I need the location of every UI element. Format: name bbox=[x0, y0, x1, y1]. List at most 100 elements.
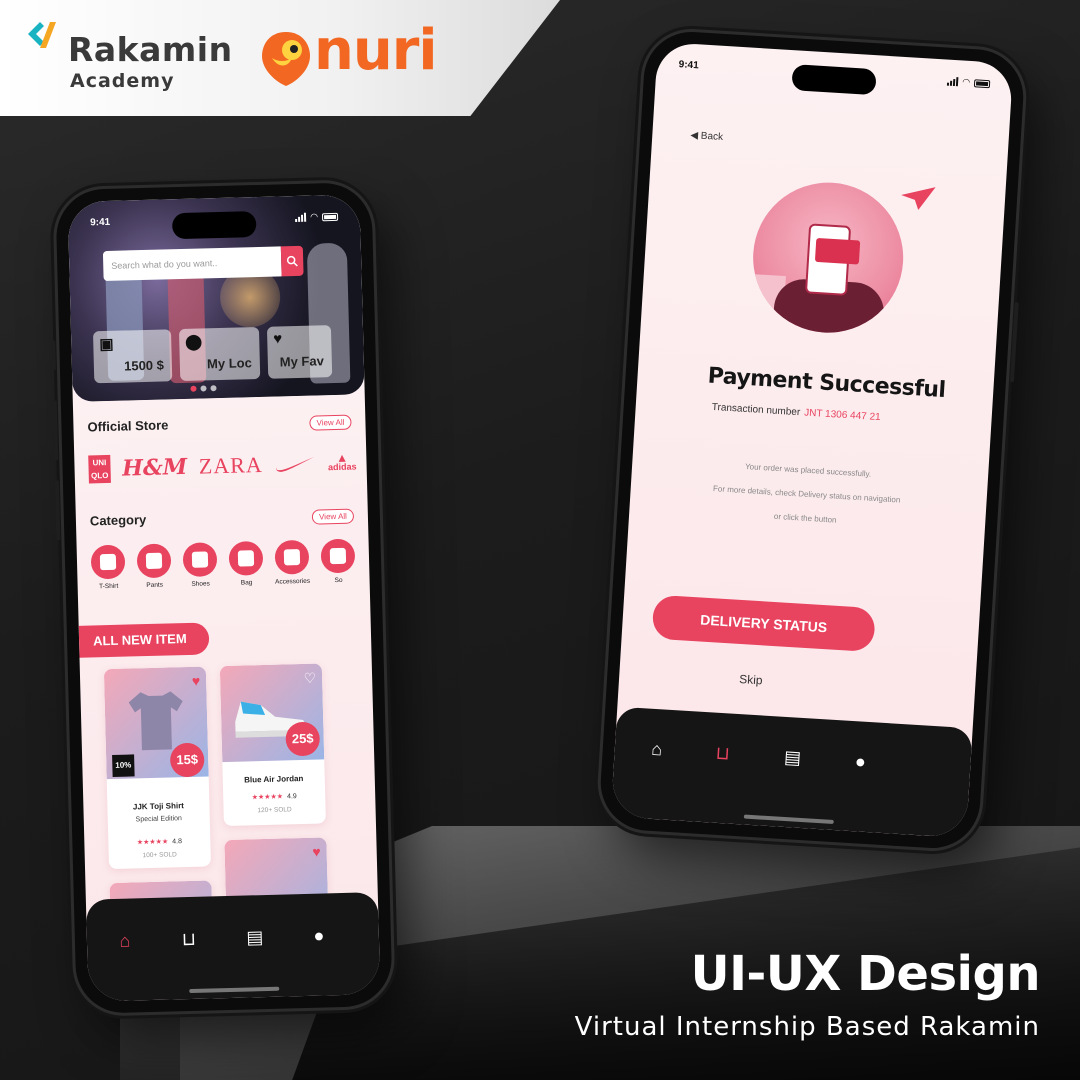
product-sold: 100+ SOLD bbox=[142, 851, 177, 860]
battery-icon bbox=[973, 78, 991, 88]
success-message-line: For more details, check Delivery status … bbox=[712, 484, 901, 505]
official-store-title: Official Store bbox=[87, 417, 169, 435]
status-icons: ◠ bbox=[295, 211, 339, 223]
battery-icon bbox=[321, 212, 339, 221]
search-button[interactable] bbox=[280, 245, 304, 277]
category-label: So bbox=[334, 576, 343, 585]
caption-subtitle: Virtual Internship Based Rakamin bbox=[574, 1012, 1040, 1042]
rakamin-logo-icon bbox=[28, 22, 56, 48]
phone-side-button bbox=[51, 340, 56, 371]
phone-side-button bbox=[52, 400, 59, 461]
category-accessories[interactable]: Accessories bbox=[273, 539, 312, 586]
status-time: 9:41 bbox=[678, 59, 699, 72]
payment-success-screen: 9:41 ◠ ◀ Back Payment Successful Transac… bbox=[610, 41, 1014, 839]
delivery-status-button[interactable]: DELIVERY STATUS bbox=[651, 594, 876, 653]
branding-banner: Rakamin Academy nuri bbox=[0, 0, 560, 116]
carousel-dots bbox=[190, 385, 217, 392]
brand-nike-swoosh-icon[interactable] bbox=[274, 455, 316, 474]
bag-icon bbox=[237, 550, 255, 567]
product-name: Blue Air Jordan bbox=[244, 773, 304, 785]
wifi-icon: ◠ bbox=[310, 211, 319, 222]
rating-value: 4.9 bbox=[286, 793, 297, 801]
basket-icon[interactable]: ⊔ bbox=[710, 740, 735, 765]
right-phone: 9:41 ◠ ◀ Back Payment Successful Transac… bbox=[597, 29, 1027, 851]
money-icon: ▣ bbox=[99, 335, 114, 354]
rakamin-name: Rakamin bbox=[68, 30, 233, 69]
category-tshirt[interactable]: T-Shirt bbox=[89, 544, 128, 591]
favorite-heart-icon[interactable]: ♥ bbox=[192, 673, 201, 689]
category-label: T-Shirt bbox=[98, 582, 119, 591]
product-name: JJK Toji Shirt bbox=[132, 801, 185, 812]
location-label: My Loc bbox=[206, 355, 253, 372]
heart-icon: ♥ bbox=[273, 330, 283, 348]
official-store-view-all-button[interactable]: View All bbox=[309, 414, 352, 431]
all-new-item-banner: ALL NEW ITEM bbox=[78, 622, 210, 658]
rating-value: 4.8 bbox=[172, 838, 183, 846]
wifi-icon: ◠ bbox=[962, 76, 971, 87]
profile-icon[interactable]: ● bbox=[307, 923, 332, 948]
home-icon[interactable]: ⌂ bbox=[113, 928, 138, 953]
payment-success-title: Payment Successful bbox=[706, 363, 947, 404]
category-view-all-button[interactable]: View All bbox=[311, 508, 355, 525]
success-message-line: or click the button bbox=[773, 511, 837, 525]
back-label: Back bbox=[700, 130, 724, 143]
skip-button[interactable]: Skip bbox=[739, 672, 763, 687]
product-rating: ★★★★★ 4.9 bbox=[223, 791, 325, 802]
balance-card[interactable]: ▣ 1500 $ bbox=[92, 329, 173, 384]
delivery-truck-icon[interactable]: ▤ bbox=[243, 925, 268, 950]
brand-adidas[interactable]: ▲ adidas bbox=[327, 451, 357, 473]
rakamin-sub: Academy bbox=[70, 70, 175, 92]
search-input[interactable]: Search what do you want.. bbox=[102, 246, 282, 282]
favorite-card[interactable]: ♥ My Fav bbox=[266, 325, 333, 379]
category-socks[interactable]: So bbox=[319, 538, 358, 585]
brand-zara[interactable]: ZARA bbox=[199, 452, 264, 480]
brand-hm[interactable]: H&M bbox=[122, 454, 188, 482]
socks-icon bbox=[329, 547, 347, 565]
status-icons: ◠ bbox=[947, 76, 991, 90]
star-icons: ★★★★★ bbox=[136, 838, 169, 847]
illustration-credit-card bbox=[814, 237, 861, 265]
brand-adidas-label: adidas bbox=[327, 461, 357, 473]
balance-label: 1500 $ bbox=[123, 357, 165, 374]
brand-uniqlo-line: QLO bbox=[90, 470, 109, 481]
product-sold: 120+ SOLD bbox=[257, 806, 292, 815]
phone-side-button bbox=[1009, 302, 1019, 383]
favorite-heart-icon[interactable]: ♥ bbox=[312, 844, 321, 860]
favorite-label: My Fav bbox=[279, 353, 325, 370]
delivery-truck-icon[interactable]: ▤ bbox=[780, 745, 805, 770]
product-rating: ★★★★★ 4.8 bbox=[108, 836, 210, 847]
brand-uniqlo[interactable]: UNI QLO bbox=[88, 454, 111, 484]
category-label: Bag bbox=[240, 579, 253, 587]
brand-uniqlo-line: UNI bbox=[92, 458, 107, 468]
paper-plane-icon bbox=[901, 187, 936, 211]
nuri-parrot-logo-icon bbox=[262, 32, 310, 86]
dynamic-island bbox=[791, 64, 877, 96]
status-time: 9:41 bbox=[89, 216, 111, 229]
bottom-navigation: ⌂ ⊔ ▤ ● bbox=[85, 892, 381, 1002]
payment-illustration bbox=[748, 178, 908, 338]
home-icon[interactable]: ⌂ bbox=[644, 736, 669, 761]
success-message-line: Your order was placed successfully. bbox=[744, 461, 872, 479]
profile-icon[interactable]: ● bbox=[848, 749, 873, 774]
category-pants[interactable]: Pants bbox=[135, 543, 174, 589]
transaction-info: Transaction number JNT 1306 447 21 bbox=[711, 402, 880, 423]
nuri-name: nuri bbox=[314, 18, 438, 83]
location-card[interactable]: ⬤ My Loc bbox=[178, 326, 261, 382]
transaction-number: JNT 1306 447 21 bbox=[803, 407, 881, 424]
signal-icon bbox=[947, 77, 959, 87]
transaction-label: Transaction number bbox=[711, 401, 801, 419]
caption-title: UI-UX Design bbox=[690, 946, 1041, 1002]
product-subtitle: Special Edition bbox=[135, 815, 183, 824]
category-bag[interactable]: Bag bbox=[227, 540, 266, 587]
shop-home-screen: 9:41 ◠ Search what do you want.. ▣ 1500 … bbox=[67, 194, 381, 1002]
necklace-icon bbox=[283, 549, 301, 566]
category-label: Shoes bbox=[191, 580, 210, 588]
back-button[interactable]: ◀ Back bbox=[690, 130, 723, 143]
basket-icon[interactable]: ⊔ bbox=[177, 927, 202, 952]
brand-row: UNI QLO H&M ZARA ▲ adidas bbox=[88, 444, 357, 487]
category-shoes[interactable]: Shoes bbox=[181, 542, 220, 588]
category-label: Pants bbox=[146, 581, 164, 590]
favorite-heart-outline-icon[interactable]: ♡ bbox=[303, 670, 316, 687]
product-card-blue-air-jordan[interactable]: 25$ ♡ Blue Air Jordan ★★★★★ 4.9 120+ SOLD bbox=[219, 663, 326, 827]
product-card-jjk-toji-shirt[interactable]: 10% 15$ ♥ JJK Toji Shirt Special Edition… bbox=[103, 666, 212, 870]
